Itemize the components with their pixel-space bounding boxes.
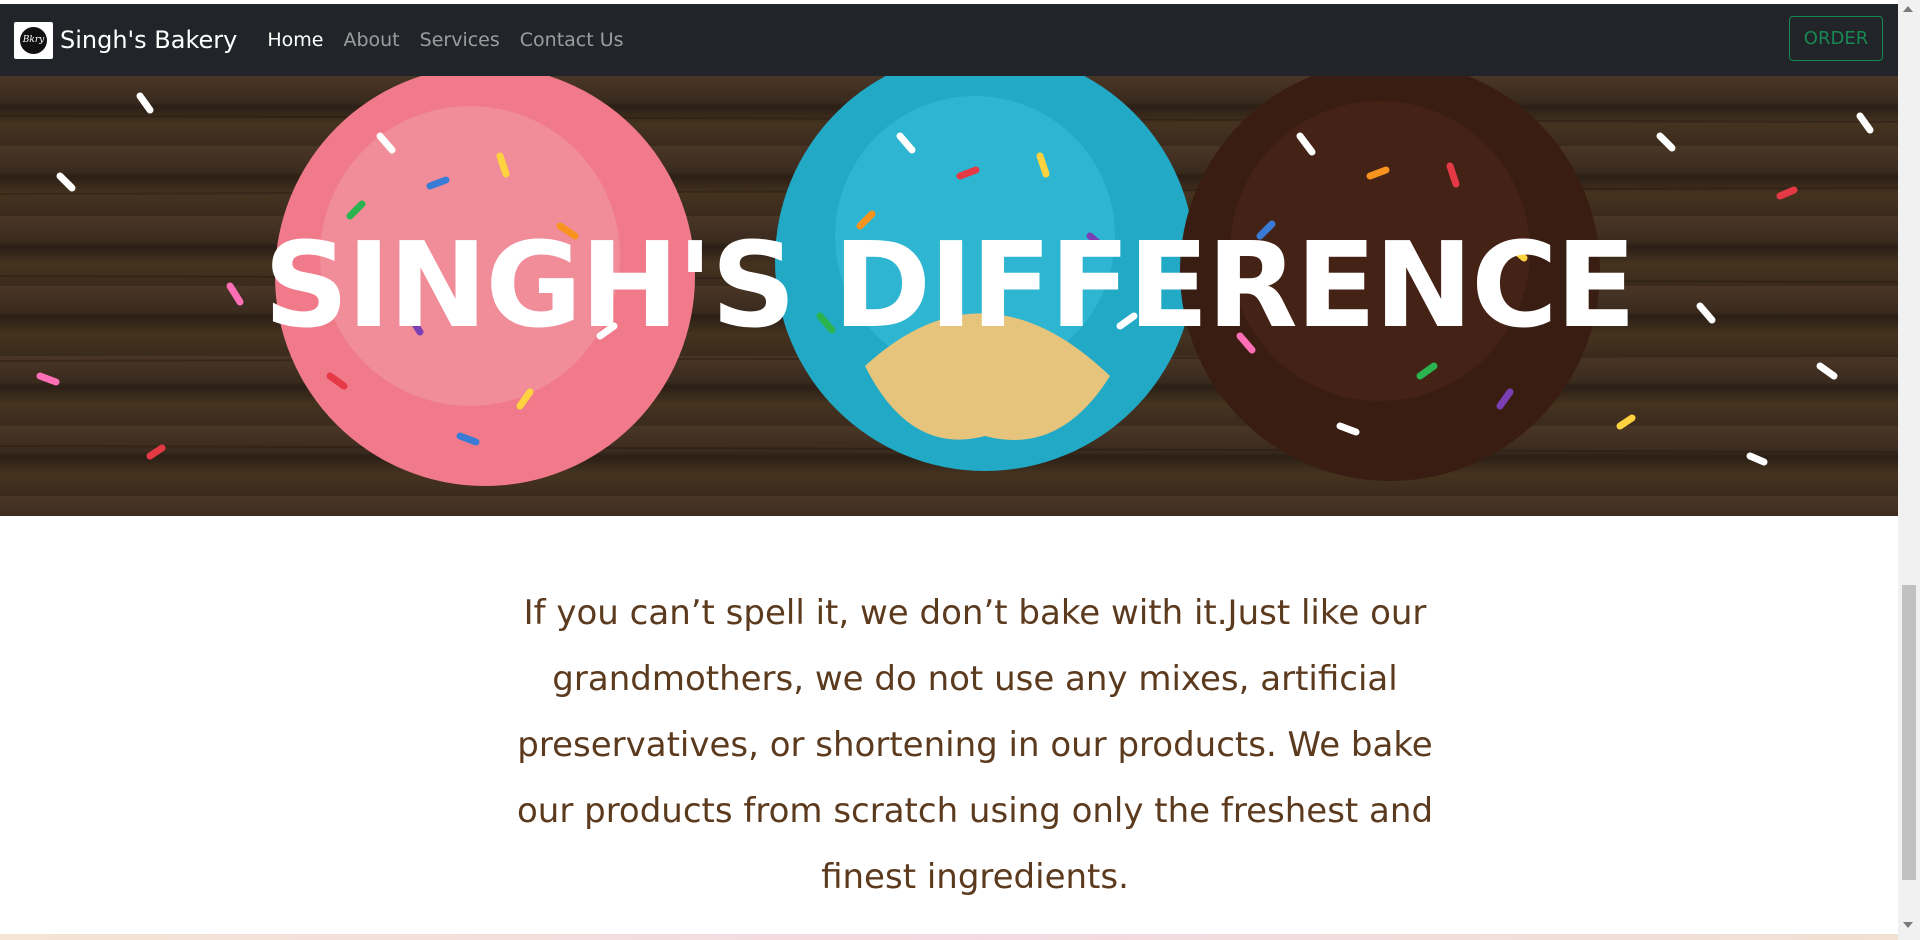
content-paragraph: If you can’t spell it, we don’t bake wit…	[516, 593, 1434, 897]
navbar-brand[interactable]: Bkry Singh's Bakery	[14, 21, 238, 59]
nav-link-home[interactable]: Home	[267, 29, 323, 51]
bakery-logo-icon: Bkry	[14, 21, 53, 59]
nav-link-contact-us[interactable]: Contact Us	[520, 29, 624, 51]
scroll-down-arrow-icon[interactable]	[1903, 922, 1913, 928]
order-button[interactable]: ORDER	[1789, 16, 1883, 61]
nav-link-about[interactable]: About	[343, 29, 399, 51]
hero-title: SINGH'S DIFFERENCE	[263, 216, 1637, 354]
brand-name: Singh's Bakery	[60, 26, 238, 54]
next-section-edge	[0, 934, 1898, 940]
scrollbar[interactable]	[1898, 0, 1920, 940]
scroll-up-arrow-icon[interactable]	[1903, 6, 1913, 12]
hero-banner: SINGH'S DIFFERENCE	[0, 76, 1898, 516]
scroll-thumb[interactable]	[1902, 585, 1916, 880]
navbar: Bkry Singh's Bakery Home About Services …	[0, 4, 1898, 76]
nav-link-services[interactable]: Services	[420, 29, 500, 51]
nav-links: Home About Services Contact Us	[267, 29, 643, 51]
